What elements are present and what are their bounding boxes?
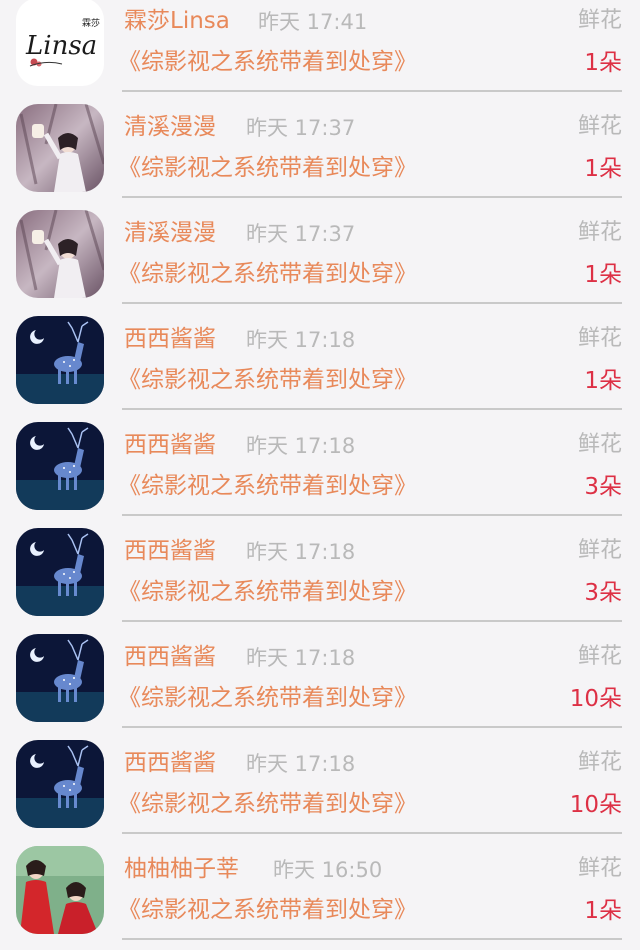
gift-type: 鲜花 (577, 114, 622, 139)
gift-count: 3朵 (584, 580, 622, 606)
user-name[interactable]: 西西酱酱 (124, 642, 216, 672)
gift-type: 鲜花 (577, 856, 622, 881)
gift-record-row[interactable]: 西西酱酱 昨天 17:18 鲜花 《综影视之系统带着到处穿》 10朵 (0, 738, 640, 844)
gift-record-row[interactable]: 清溪漫漫 昨天 17:37 鲜花 《综影视之系统带着到处穿》 1朵 (0, 208, 640, 314)
night-deer-avatar-icon (16, 422, 104, 510)
user-name[interactable]: 西西酱酱 (124, 536, 216, 566)
timestamp: 昨天 17:18 (246, 434, 356, 458)
divider (122, 620, 622, 622)
gift-type: 鲜花 (577, 432, 622, 457)
avatar[interactable] (16, 528, 104, 616)
user-name[interactable]: 清溪漫漫 (124, 218, 216, 248)
book-title[interactable]: 《综影视之系统带着到处穿》 (118, 152, 417, 184)
gift-record-row[interactable]: 西西酱酱 昨天 17:18 鲜花 《综影视之系统带着到处穿》 3朵 (0, 420, 640, 526)
gift-count: 1朵 (584, 368, 622, 394)
gift-count: 1朵 (584, 156, 622, 182)
gift-count: 1朵 (584, 898, 622, 924)
girl-lantern-avatar-icon (16, 210, 104, 298)
divider (122, 514, 622, 516)
timestamp: 昨天 17:41 (258, 10, 368, 34)
night-deer-avatar-icon (16, 316, 104, 404)
user-name[interactable]: 西西酱酱 (124, 324, 216, 354)
divider (122, 90, 622, 92)
girl-lantern-avatar-icon (16, 104, 104, 192)
gift-record-row[interactable]: 西西酱酱 昨天 17:18 鲜花 《综影视之系统带着到处穿》 1朵 (0, 314, 640, 420)
user-name[interactable]: 西西酱酱 (124, 748, 216, 778)
gift-record-list: 霖莎 Linsa 霖莎Linsa 昨天 17:41 鲜花 《综影视之系统带着到处… (0, 0, 640, 950)
gift-type: 鲜花 (577, 750, 622, 775)
book-title[interactable]: 《综影视之系统带着到处穿》 (118, 788, 417, 820)
gift-type: 鲜花 (577, 8, 622, 33)
gift-record-row[interactable]: 西西酱酱 昨天 17:18 鲜花 《综影视之系统带着到处穿》 3朵 (0, 526, 640, 632)
gift-type: 鲜花 (577, 326, 622, 351)
divider (122, 726, 622, 728)
avatar[interactable]: 霖莎 Linsa (16, 0, 104, 86)
timestamp: 昨天 17:18 (246, 328, 356, 352)
book-title[interactable]: 《综影视之系统带着到处穿》 (118, 364, 417, 396)
timestamp: 昨天 16:50 (273, 858, 383, 882)
avatar[interactable] (16, 740, 104, 828)
divider (122, 832, 622, 834)
book-title[interactable]: 《综影视之系统带着到处穿》 (118, 470, 417, 502)
timestamp: 昨天 17:37 (246, 222, 356, 246)
linsa-logo-avatar-icon: 霖莎 Linsa (16, 0, 104, 86)
avatar[interactable] (16, 422, 104, 510)
svg-text:霖莎: 霖莎 (82, 17, 100, 29)
book-title[interactable]: 《综影视之系统带着到处穿》 (118, 682, 417, 714)
book-title[interactable]: 《综影视之系统带着到处穿》 (118, 46, 417, 78)
timestamp: 昨天 17:18 (246, 646, 356, 670)
night-deer-avatar-icon (16, 528, 104, 616)
gift-count: 10朵 (569, 686, 622, 712)
gift-type: 鲜花 (577, 538, 622, 563)
divider (122, 302, 622, 304)
gift-type: 鲜花 (577, 220, 622, 245)
avatar[interactable] (16, 846, 104, 934)
divider (122, 196, 622, 198)
book-title[interactable]: 《综影视之系统带着到处穿》 (118, 894, 417, 926)
red-dress-girls-avatar-icon (16, 846, 104, 934)
book-title[interactable]: 《综影视之系统带着到处穿》 (118, 576, 417, 608)
avatar[interactable] (16, 634, 104, 722)
night-deer-avatar-icon (16, 634, 104, 722)
timestamp: 昨天 17:18 (246, 752, 356, 776)
gift-count: 3朵 (584, 474, 622, 500)
avatar[interactable] (16, 210, 104, 298)
gift-record-row[interactable]: 西西酱酱 昨天 17:18 鲜花 《综影视之系统带着到处穿》 10朵 (0, 632, 640, 738)
gift-count: 1朵 (584, 50, 622, 76)
gift-record-row[interactable]: 清溪漫漫 昨天 17:37 鲜花 《综影视之系统带着到处穿》 1朵 (0, 102, 640, 208)
svg-text:Linsa: Linsa (25, 31, 97, 61)
user-name[interactable]: 柚柚柚子莘 (124, 854, 239, 884)
gift-record-row[interactable]: 霖莎 Linsa 霖莎Linsa 昨天 17:41 鲜花 《综影视之系统带着到处… (0, 0, 640, 102)
user-name[interactable]: 霖莎Linsa (124, 6, 230, 36)
divider (122, 938, 622, 940)
book-title[interactable]: 《综影视之系统带着到处穿》 (118, 258, 417, 290)
night-deer-avatar-icon (16, 740, 104, 828)
user-name[interactable]: 清溪漫漫 (124, 112, 216, 142)
user-name[interactable]: 西西酱酱 (124, 430, 216, 460)
gift-record-row[interactable]: 柚柚柚子莘 昨天 16:50 鲜花 《综影视之系统带着到处穿》 1朵 (0, 844, 640, 950)
divider (122, 408, 622, 410)
gift-count: 1朵 (584, 262, 622, 288)
timestamp: 昨天 17:18 (246, 540, 356, 564)
gift-count: 10朵 (569, 792, 622, 818)
avatar[interactable] (16, 316, 104, 404)
gift-type: 鲜花 (577, 644, 622, 669)
avatar[interactable] (16, 104, 104, 192)
timestamp: 昨天 17:37 (246, 116, 356, 140)
